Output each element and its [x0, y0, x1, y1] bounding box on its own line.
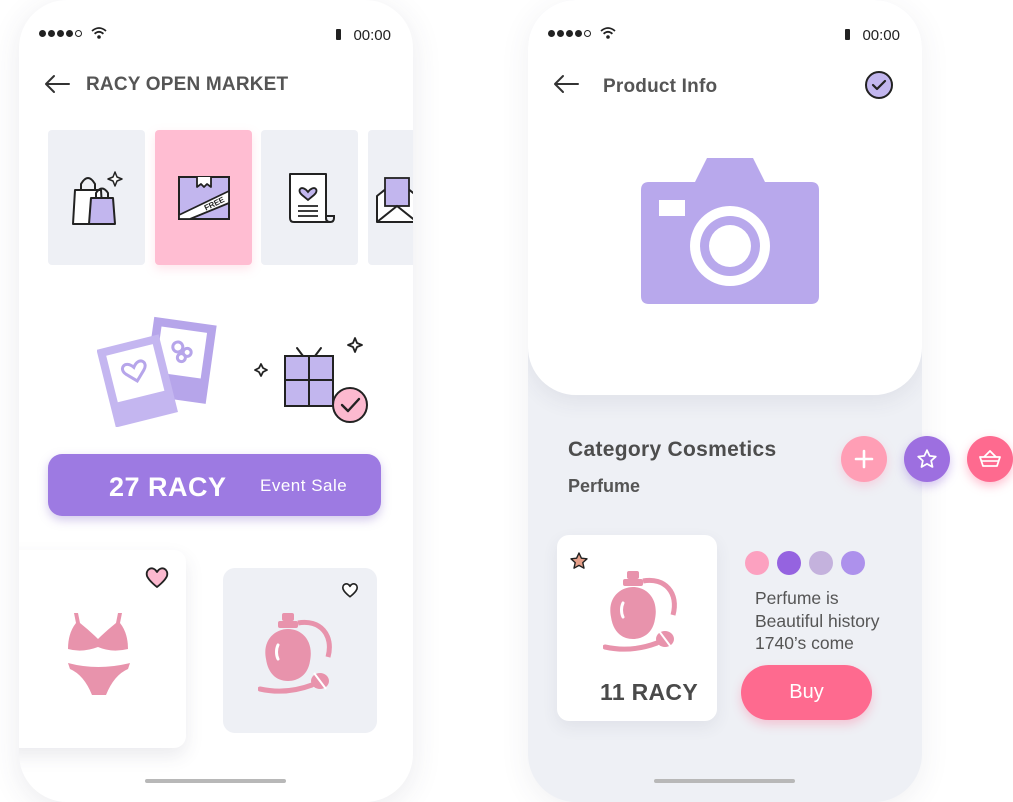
wifi-icon	[600, 27, 616, 39]
color-swatch[interactable]	[777, 551, 801, 575]
shopping-bags-icon	[71, 170, 123, 225]
color-swatch[interactable]	[809, 551, 833, 575]
page-title: Product Info	[603, 76, 718, 97]
color-swatch[interactable]	[841, 551, 865, 575]
product-card[interactable]: 11 RACY	[557, 535, 717, 721]
description-line: Beautiful history	[755, 610, 880, 631]
signal-icon	[39, 30, 82, 37]
promo-amount: 27 RACY	[109, 472, 227, 502]
add-button[interactable]	[841, 436, 887, 482]
star-icon[interactable]	[569, 551, 589, 571]
battery-icon	[845, 29, 850, 40]
home-indicator[interactable]	[145, 779, 286, 783]
product-description: Perfume is Beautiful history 1740’s come	[755, 587, 880, 655]
wifi-icon	[91, 27, 107, 39]
star-outline-icon	[917, 449, 937, 468]
gift-icon	[254, 337, 368, 423]
favorite-button[interactable]	[904, 436, 950, 482]
color-swatch[interactable]	[745, 551, 769, 575]
perfume-icon	[258, 612, 332, 694]
plus-icon	[854, 449, 874, 469]
product-header: Product Info	[552, 70, 898, 102]
subcategory-label: Perfume	[568, 476, 641, 496]
home-indicator[interactable]	[654, 779, 795, 783]
confirm-check-icon[interactable]	[864, 70, 894, 100]
envelope-icon	[375, 176, 413, 223]
status-bar: 00:00	[39, 26, 391, 46]
free-box-icon: FREE	[177, 175, 230, 220]
category-tile-mail[interactable]	[368, 130, 413, 265]
basket-button[interactable]	[967, 436, 1013, 482]
market-header: RACY OPEN MARKET	[43, 70, 389, 102]
category-tile-bags[interactable]	[48, 130, 145, 265]
product-card-perfume[interactable]	[223, 568, 377, 733]
signal-icon	[548, 30, 591, 37]
market-screen: 00:00 RACY OPEN MARKET FREE 27 RACY Even…	[19, 0, 413, 802]
battery-icon	[336, 29, 341, 40]
color-options	[745, 551, 865, 575]
status-time: 00:00	[353, 27, 391, 44]
product-image-area: 00:00 Product Info	[528, 0, 922, 395]
perfume-icon	[603, 571, 677, 652]
promo-label: Event Sale	[260, 476, 348, 495]
status-time: 00:00	[862, 27, 900, 44]
product-price: 11 RACY	[600, 679, 698, 705]
camera-icon[interactable]	[641, 158, 819, 306]
description-line: Perfume is	[755, 588, 839, 608]
product-card-bikini[interactable]	[19, 550, 186, 748]
status-bar: 00:00	[548, 26, 900, 46]
heart-filled-icon[interactable]	[144, 566, 170, 590]
category-tile-letter[interactable]	[261, 130, 358, 265]
product-info-screen: 00:00 Product Info Category Cosmetics Pe…	[528, 0, 922, 802]
back-arrow-icon[interactable]	[43, 74, 71, 94]
photo-frames-icon	[97, 316, 217, 427]
category-title: Category Cosmetics	[568, 438, 777, 461]
basket-icon	[979, 450, 1001, 467]
heart-outline-icon[interactable]	[341, 582, 359, 599]
buy-button[interactable]: Buy	[741, 665, 872, 720]
description-line: 1740’s come	[755, 633, 854, 653]
category-tile-free[interactable]: FREE	[155, 130, 252, 265]
event-sale-button[interactable]: 27 RACY Event Sale	[48, 454, 381, 516]
page-title: RACY OPEN MARKET	[86, 74, 289, 95]
back-arrow-icon[interactable]	[552, 74, 580, 94]
love-letter-icon	[288, 172, 335, 223]
bikini-icon	[68, 613, 130, 695]
